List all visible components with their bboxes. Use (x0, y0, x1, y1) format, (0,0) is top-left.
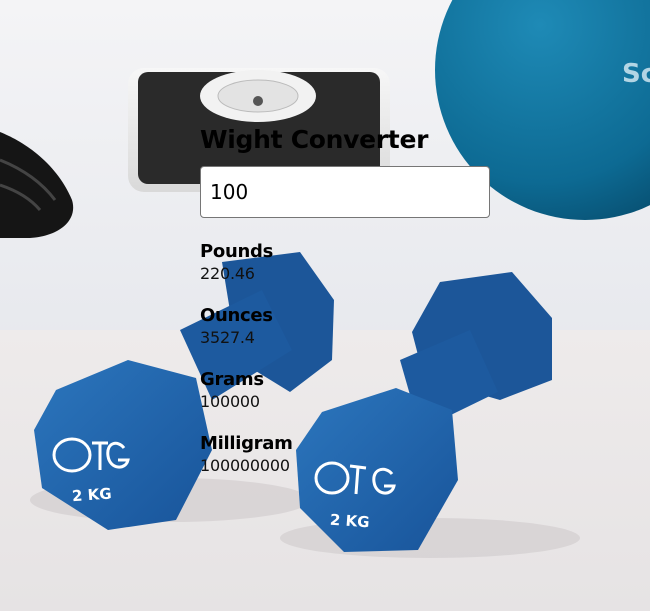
result-value: 100000000 (200, 456, 290, 475)
dumbbell-right-weight: 2 KG (329, 511, 370, 532)
result-label: Milligram (200, 433, 293, 454)
result-ounces: Ounces 3527.4 (200, 304, 500, 368)
result-value: 100000 (200, 392, 260, 411)
result-label: Ounces (200, 305, 273, 326)
page-title: Wight Converter (200, 125, 429, 154)
result-label: Grams (200, 369, 264, 390)
result-pounds: Pounds 220.46 (200, 240, 500, 304)
results-list: Pounds 220.46 Ounces 3527.4 Grams 100000… (200, 240, 500, 496)
result-value: 3527.4 (200, 328, 255, 347)
weight-input[interactable] (200, 166, 490, 218)
weight-converter: Wight Converter Pounds 220.46 Ounces 352… (200, 124, 500, 496)
result-value: 220.46 (200, 264, 255, 283)
result-grams: Grams 100000 (200, 368, 500, 432)
dumbbell-left-weight: 2 KG (71, 485, 112, 506)
result-milligram: Milligram 100000000 (200, 432, 500, 496)
ball-text: Sc (622, 59, 650, 89)
result-label: Pounds (200, 241, 273, 262)
